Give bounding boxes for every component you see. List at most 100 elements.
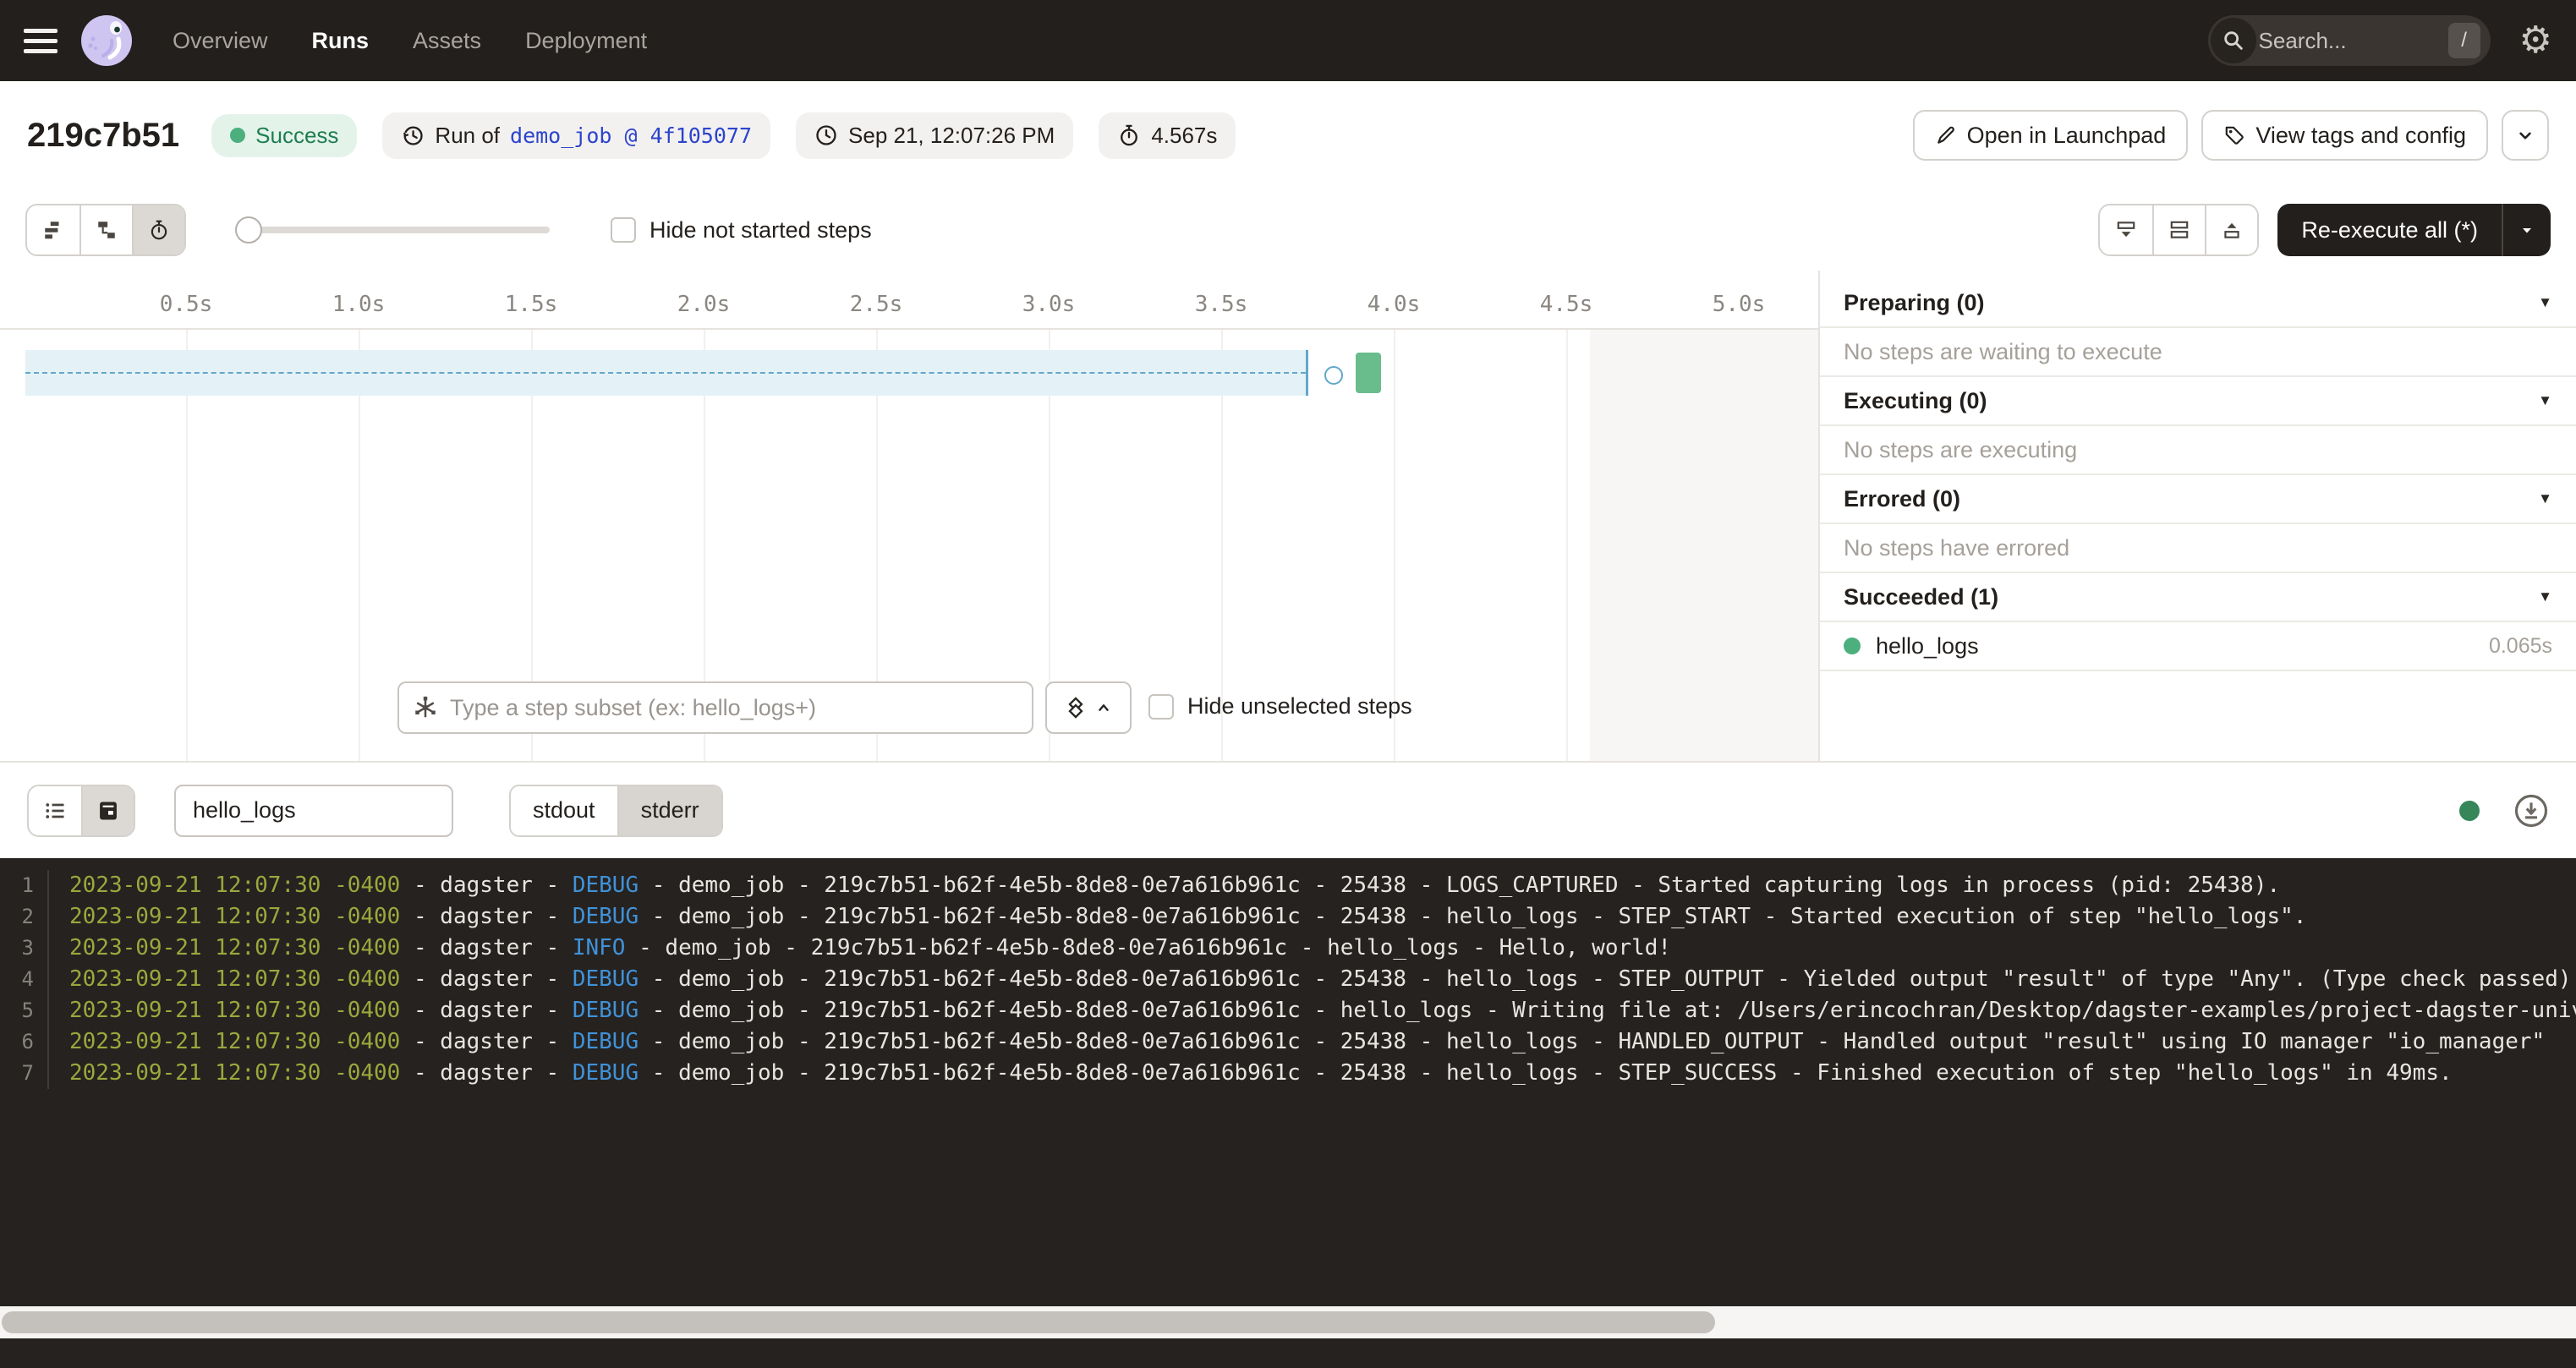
structured-log-view-button[interactable] (29, 786, 81, 835)
hide-unselected-checkbox-row[interactable]: Hide unselected steps (1148, 693, 1412, 720)
view-tags-config-button[interactable]: View tags and config (2201, 110, 2488, 161)
step-bar-hello-logs[interactable] (1356, 353, 1381, 393)
log-line-text: 2023-09-21 12:07:30 -0400 - dagster - DE… (49, 1058, 2453, 1089)
run-of-chip: Run of demo_job @ 4f105077 (382, 112, 770, 159)
view-mode-flat-button[interactable] (27, 205, 79, 254)
step-duration: 0.065s (2489, 634, 2552, 659)
panel-section-executing[interactable]: Executing (0) ▼ (1820, 377, 2576, 426)
tag-icon (2223, 124, 2245, 146)
log-stream-tabs: stdout stderr (509, 785, 723, 837)
log-line: 42023-09-21 12:07:30 -0400 - dagster - D… (0, 964, 2576, 995)
list-icon (43, 799, 67, 823)
section-caret-icon: ▼ (2538, 490, 2552, 507)
log-line: 12023-09-21 12:07:30 -0400 - dagster - D… (0, 870, 2576, 901)
step-subset-input-wrap (397, 681, 1033, 734)
scrollbar-thumb[interactable] (2, 1311, 1715, 1333)
flat-view-icon (42, 219, 64, 241)
log-lines: 12023-09-21 12:07:30 -0400 - dagster - D… (0, 870, 2576, 1089)
panel-empty-executing: No steps are executing (1820, 426, 2576, 475)
axis-tick: 2.5s (850, 287, 903, 321)
run-timestamp: Sep 21, 12:07:26 PM (848, 123, 1055, 149)
tab-stderr[interactable]: stderr (617, 786, 721, 835)
log-message: - demo_job - 219c7b51-b62f-4e5b-8de8-0e7… (639, 966, 2576, 992)
search-input[interactable] (2259, 28, 2448, 54)
collapse-bottom-icon (2115, 219, 2137, 241)
raw-log-view-button[interactable] (81, 786, 134, 835)
graph-query-toggle-button[interactable] (1045, 681, 1132, 734)
panel-section-succeeded[interactable]: Succeeded (1) ▼ (1820, 573, 2576, 622)
log-horizontal-scrollbar[interactable] (0, 1306, 2576, 1338)
panel-section-preparing[interactable]: Preparing (0) ▼ (1820, 279, 2576, 328)
status-badge: Success (211, 114, 357, 157)
log-toolbar: stdout stderr (0, 761, 2576, 858)
panel-section-errored[interactable]: Errored (0) ▼ (1820, 475, 2576, 524)
section-title: Executing (0) (1844, 388, 1987, 414)
log-line-number: 7 (0, 1058, 49, 1089)
log-view-mode-group (27, 785, 135, 837)
axis-tick: 3.5s (1195, 287, 1248, 321)
expand-bottom-panel-button[interactable] (2205, 205, 2257, 254)
hamburger-menu-icon[interactable] (24, 29, 58, 53)
step-status-panel: Preparing (0) ▼ No steps are waiting to … (1818, 271, 2576, 761)
gear-icon[interactable]: ⚙ (2519, 22, 2552, 59)
log-timestamp: 2023-09-21 12:07:30 -0400 (69, 904, 400, 929)
log-line-number: 4 (0, 964, 49, 995)
nav-item-overview[interactable]: Overview (173, 28, 268, 54)
log-source: - dagster - (400, 1029, 573, 1054)
view-mode-timed-button[interactable] (132, 205, 184, 254)
hide-not-started-checkbox-row[interactable]: Hide not started steps (611, 217, 872, 244)
chevron-down-icon (2514, 124, 2536, 146)
nav-item-assets[interactable]: Assets (413, 28, 481, 54)
log-line-number: 3 (0, 933, 49, 964)
step-subset-input[interactable] (450, 695, 1032, 721)
step-success-dot-icon (1844, 637, 1861, 654)
log-message: - demo_job - 219c7b51-b62f-4e5b-8de8-0e7… (639, 1060, 2453, 1086)
log-source: - dagster - (400, 873, 573, 898)
log-timestamp: 2023-09-21 12:07:30 -0400 (69, 998, 400, 1023)
reexecute-all-button[interactable]: Re-execute all (*) (2277, 204, 2551, 256)
step-start-marker (1324, 366, 1343, 385)
hide-not-started-checkbox[interactable] (611, 217, 636, 243)
panel-step-row-hello-logs[interactable]: hello_logs 0.065s (1820, 622, 2576, 671)
tab-stdout[interactable]: stdout (511, 786, 617, 835)
gridline (1566, 330, 1568, 761)
hide-unselected-label: Hide unselected steps (1187, 693, 1412, 720)
log-step-filter-input[interactable] (174, 785, 453, 837)
timestamp-chip: Sep 21, 12:07:26 PM (796, 112, 1073, 159)
split-panels-button[interactable] (2152, 205, 2205, 254)
log-level: DEBUG (573, 998, 639, 1023)
hide-unselected-checkbox[interactable] (1148, 694, 1174, 720)
axis-tick: 1.5s (505, 287, 558, 321)
run-of-link[interactable]: demo_job @ 4f105077 (510, 123, 752, 148)
log-source: - dagster - (400, 935, 573, 960)
log-source: - dagster - (400, 904, 573, 929)
log-message: - demo_job - 219c7b51-b62f-4e5b-8de8-0e7… (639, 1029, 2545, 1054)
panel-empty-preparing: No steps are waiting to execute (1820, 328, 2576, 377)
panel-layout-group (2098, 204, 2259, 256)
log-line-number: 6 (0, 1026, 49, 1058)
axis-tick: 4.0s (1367, 287, 1421, 321)
nav-item-runs[interactable]: Runs (312, 28, 370, 54)
reexecute-dropdown-caret[interactable] (2503, 204, 2551, 256)
expand-top-icon (2221, 219, 2243, 241)
open-in-launchpad-button[interactable]: Open in Launchpad (1913, 110, 2189, 161)
log-source: - dagster - (400, 1060, 573, 1086)
log-level: DEBUG (573, 1029, 639, 1054)
dagster-logo-icon[interactable] (79, 14, 134, 68)
nav-item-deployment[interactable]: Deployment (525, 28, 647, 54)
log-source: - dagster - (400, 966, 573, 992)
run-actions-dropdown-button[interactable] (2502, 110, 2549, 161)
stopwatch-icon (1117, 123, 1141, 147)
slider-thumb[interactable] (235, 216, 262, 244)
log-output: 12023-09-21 12:07:30 -0400 - dagster - D… (0, 858, 2576, 1306)
axis-tick: 5.0s (1713, 287, 1766, 321)
search-bar[interactable]: / (2208, 15, 2491, 66)
collapse-bottom-panel-button[interactable] (2100, 205, 2152, 254)
log-timestamp: 2023-09-21 12:07:30 -0400 (69, 935, 400, 960)
view-mode-waterfall-button[interactable] (79, 205, 132, 254)
run-duration: 4.567s (1151, 123, 1217, 149)
log-timestamp: 2023-09-21 12:07:30 -0400 (69, 1029, 400, 1054)
download-icon[interactable] (2513, 793, 2549, 829)
gantt-zoom-slider[interactable] (235, 216, 550, 244)
slider-track[interactable] (235, 227, 550, 233)
